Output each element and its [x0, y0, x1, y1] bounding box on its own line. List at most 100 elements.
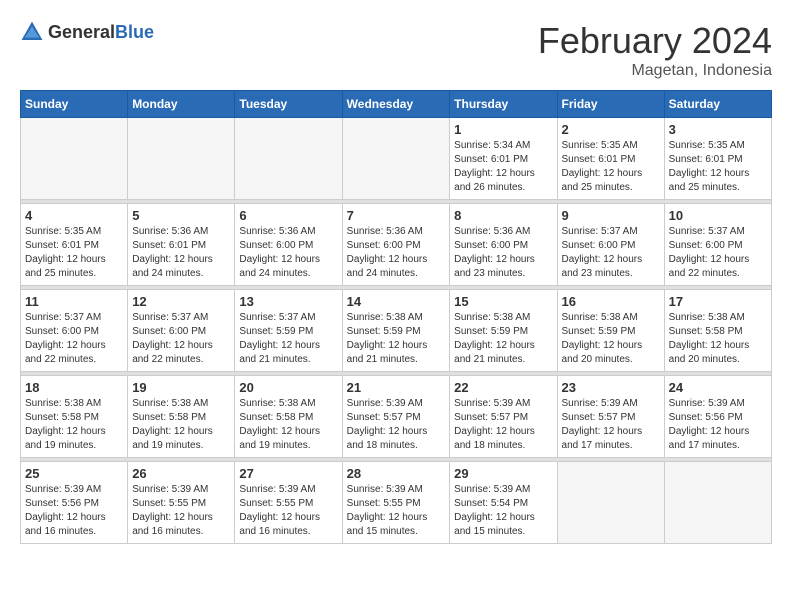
day-number: 19 — [132, 380, 230, 395]
day-number: 12 — [132, 294, 230, 309]
calendar-cell: 26Sunrise: 5:39 AM Sunset: 5:55 PM Dayli… — [128, 462, 235, 544]
calendar-cell: 22 Sunrise: 5:39 AM Sunset: 5:57 PM Dayli… — [450, 376, 557, 458]
day-info: Sunrise: 5:34 AM Sunset: 6:01 PM Dayligh… — [454, 139, 552, 195]
calendar-cell: 5 Sunrise: 5:36 AM Sunset: 6:01 PM Daylig… — [128, 204, 235, 286]
day-info: Sunrise: 5:39 AM Sunset: 5:57 PM Dayligh… — [454, 397, 552, 453]
calendar-week-3: 11 Sunrise: 5:37 AM Sunset: 6:00 PM Dayli… — [21, 290, 772, 372]
weekday-header-monday: Monday — [128, 91, 235, 118]
day-number: 18 — [25, 380, 123, 395]
day-number: 8 — [454, 208, 552, 223]
day-info: Sunrise: 5:39 AM Sunset: 5:57 PM Dayligh… — [562, 397, 660, 453]
weekday-header-tuesday: Tuesday — [235, 91, 342, 118]
calendar-cell — [21, 118, 128, 200]
calendar-cell — [128, 118, 235, 200]
calendar-week-1: 1 Sunrise: 5:34 AM Sunset: 6:01 PM Daylig… — [21, 118, 772, 200]
day-number: 22 — [454, 380, 552, 395]
day-info: Sunrise: 5:36 AM Sunset: 6:01 PM Dayligh… — [132, 225, 230, 281]
day-info: Sunrise: 5:38 AM Sunset: 5:58 PM Dayligh… — [25, 397, 123, 453]
day-number: 20 — [239, 380, 337, 395]
day-info: Sunrise: 5:39 AM Sunset: 5:57 PM Dayligh… — [347, 397, 446, 453]
calendar-cell: 15 Sunrise: 5:38 AM Sunset: 5:59 PM Dayli… — [450, 290, 557, 372]
day-number: 3 — [669, 122, 767, 137]
day-info: Sunrise: 5:39 AM Sunset: 5:55 PM Dayligh… — [239, 483, 337, 539]
logo-general: General — [48, 22, 115, 42]
calendar-cell: 13 Sunrise: 5:37 AM Sunset: 5:59 PM Dayli… — [235, 290, 342, 372]
calendar-cell — [342, 118, 450, 200]
calendar-cell — [235, 118, 342, 200]
day-number: 13 — [239, 294, 337, 309]
day-info: Sunrise: 5:38 AM Sunset: 5:58 PM Dayligh… — [132, 397, 230, 453]
day-info: Sunrise: 5:38 AM Sunset: 5:59 PM Dayligh… — [347, 311, 446, 367]
day-info: Sunrise: 5:39 AM Sunset: 5:55 PM Dayligh… — [132, 483, 230, 539]
day-number: 7 — [347, 208, 446, 223]
day-info: Sunrise: 5:37 AM Sunset: 6:00 PM Dayligh… — [132, 311, 230, 367]
day-number: 15 — [454, 294, 552, 309]
day-number: 4 — [25, 208, 123, 223]
calendar-cell: 8 Sunrise: 5:36 AM Sunset: 6:00 PM Daylig… — [450, 204, 557, 286]
calendar-cell: 20Sunrise: 5:38 AM Sunset: 5:58 PM Dayli… — [235, 376, 342, 458]
day-info: Sunrise: 5:39 AM Sunset: 5:54 PM Dayligh… — [454, 483, 552, 539]
calendar-cell: 17 Sunrise: 5:38 AM Sunset: 5:58 PM Dayli… — [664, 290, 771, 372]
weekday-header-thursday: Thursday — [450, 91, 557, 118]
day-info: Sunrise: 5:36 AM Sunset: 6:00 PM Dayligh… — [454, 225, 552, 281]
calendar-cell — [664, 462, 771, 544]
month-title: February 2024 — [538, 20, 772, 62]
day-number: 14 — [347, 294, 446, 309]
calendar-week-4: 18 Sunrise: 5:38 AM Sunset: 5:58 PM Dayli… — [21, 376, 772, 458]
day-number: 21 — [347, 380, 446, 395]
calendar-cell: 29 Sunrise: 5:39 AM Sunset: 5:54 PM Dayli… — [450, 462, 557, 544]
calendar-cell: 28 Sunrise: 5:39 AM Sunset: 5:55 PM Dayli… — [342, 462, 450, 544]
weekday-header-friday: Friday — [557, 91, 664, 118]
calendar-cell: 23 Sunrise: 5:39 AM Sunset: 5:57 PM Dayli… — [557, 376, 664, 458]
calendar-cell: 4 Sunrise: 5:35 AM Sunset: 6:01 PM Daylig… — [21, 204, 128, 286]
calendar-cell: 19 Sunrise: 5:38 AM Sunset: 5:58 PM Dayli… — [128, 376, 235, 458]
calendar-week-5: 25 Sunrise: 5:39 AM Sunset: 5:56 PM Dayli… — [21, 462, 772, 544]
calendar-cell: 18 Sunrise: 5:38 AM Sunset: 5:58 PM Dayli… — [21, 376, 128, 458]
day-number: 11 — [25, 294, 123, 309]
day-info: Sunrise: 5:38 AM Sunset: 5:59 PM Dayligh… — [454, 311, 552, 367]
calendar-cell: 2Sunrise: 5:35 AM Sunset: 6:01 PM Daylig… — [557, 118, 664, 200]
day-number: 1 — [454, 122, 552, 137]
day-info: Sunrise: 5:35 AM Sunset: 6:01 PM Dayligh… — [562, 139, 660, 195]
day-number: 28 — [347, 466, 446, 481]
day-info: Sunrise: 5:36 AM Sunset: 6:00 PM Dayligh… — [239, 225, 337, 281]
calendar-cell: 7 Sunrise: 5:36 AM Sunset: 6:00 PM Daylig… — [342, 204, 450, 286]
day-number: 6 — [239, 208, 337, 223]
day-info: Sunrise: 5:39 AM Sunset: 5:56 PM Dayligh… — [25, 483, 123, 539]
weekday-header-sunday: Sunday — [21, 91, 128, 118]
weekday-header-wednesday: Wednesday — [342, 91, 450, 118]
calendar-week-2: 4 Sunrise: 5:35 AM Sunset: 6:01 PM Daylig… — [21, 204, 772, 286]
calendar-cell: 12 Sunrise: 5:37 AM Sunset: 6:00 PM Dayli… — [128, 290, 235, 372]
day-info: Sunrise: 5:39 AM Sunset: 5:55 PM Dayligh… — [347, 483, 446, 539]
day-number: 29 — [454, 466, 552, 481]
day-info: Sunrise: 5:36 AM Sunset: 6:00 PM Dayligh… — [347, 225, 446, 281]
day-number: 9 — [562, 208, 660, 223]
day-info: Sunrise: 5:35 AM Sunset: 6:01 PM Dayligh… — [25, 225, 123, 281]
day-number: 5 — [132, 208, 230, 223]
calendar-cell: 25 Sunrise: 5:39 AM Sunset: 5:56 PM Dayli… — [21, 462, 128, 544]
calendar-cell: 1 Sunrise: 5:34 AM Sunset: 6:01 PM Daylig… — [450, 118, 557, 200]
day-info: Sunrise: 5:37 AM Sunset: 5:59 PM Dayligh… — [239, 311, 337, 367]
calendar-table: SundayMondayTuesdayWednesdayThursdayFrid… — [20, 90, 772, 544]
day-info: Sunrise: 5:37 AM Sunset: 6:00 PM Dayligh… — [562, 225, 660, 281]
day-info: Sunrise: 5:39 AM Sunset: 5:56 PM Dayligh… — [669, 397, 767, 453]
day-number: 24 — [669, 380, 767, 395]
weekday-header-row: SundayMondayTuesdayWednesdayThursdayFrid… — [21, 91, 772, 118]
day-info: Sunrise: 5:38 AM Sunset: 5:58 PM Dayligh… — [669, 311, 767, 367]
calendar-cell — [557, 462, 664, 544]
day-number: 17 — [669, 294, 767, 309]
day-number: 25 — [25, 466, 123, 481]
calendar-cell: 3 Sunrise: 5:35 AM Sunset: 6:01 PM Daylig… — [664, 118, 771, 200]
day-number: 16 — [562, 294, 660, 309]
weekday-header-saturday: Saturday — [664, 91, 771, 118]
day-number: 10 — [669, 208, 767, 223]
day-info: Sunrise: 5:35 AM Sunset: 6:01 PM Dayligh… — [669, 139, 767, 195]
logo-icon — [20, 20, 44, 44]
calendar-cell: 14 Sunrise: 5:38 AM Sunset: 5:59 PM Dayli… — [342, 290, 450, 372]
logo: GeneralBlue — [20, 20, 154, 44]
calendar-cell: 11Sunrise: 5:37 AM Sunset: 6:00 PM Dayli… — [21, 290, 128, 372]
calendar-cell: 16Sunrise: 5:38 AM Sunset: 5:59 PM Dayli… — [557, 290, 664, 372]
day-number: 23 — [562, 380, 660, 395]
title-area: February 2024 Magetan, Indonesia — [538, 20, 772, 80]
day-number: 27 — [239, 466, 337, 481]
